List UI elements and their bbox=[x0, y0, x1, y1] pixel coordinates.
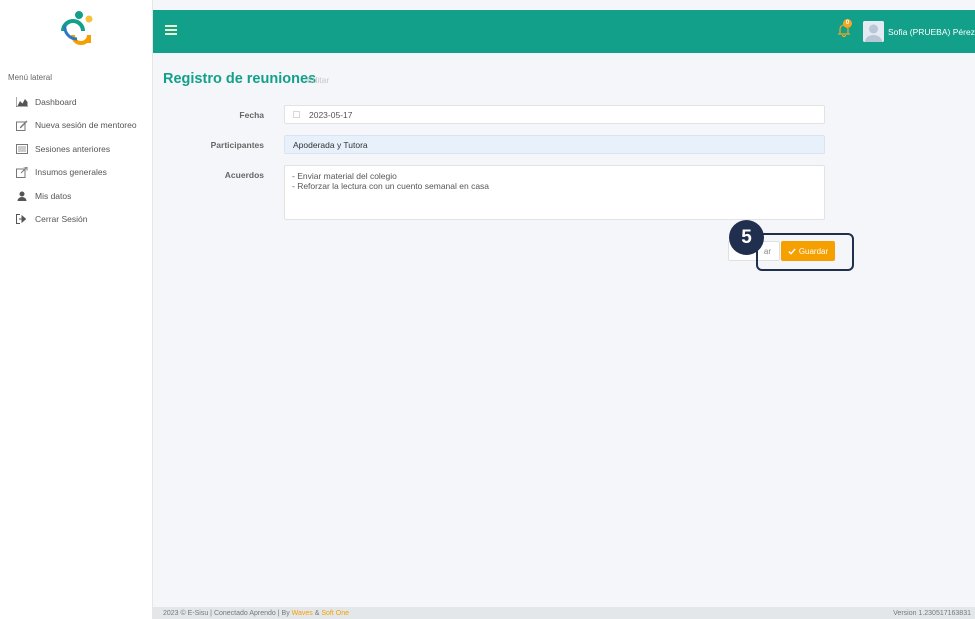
step-highlight-box bbox=[756, 233, 854, 271]
sidebar-item-label: Cerrar Sesión bbox=[35, 214, 88, 225]
fecha-value: 2023-05-17 bbox=[309, 109, 353, 120]
edit-icon bbox=[16, 119, 28, 131]
sidebar-item-label: Sesiones anteriores bbox=[35, 143, 111, 154]
top-navbar: 0 Sofia (PRUEBA) Pérez ▾ bbox=[153, 10, 975, 53]
logo-icon bbox=[61, 10, 93, 45]
page-title: Registro de reuniones bbox=[163, 71, 317, 87]
sidebar-item-label: Mis datos bbox=[35, 190, 72, 201]
footer-credits: 2023 © E-Sisu | Conectado Aprendo | By W… bbox=[163, 610, 349, 617]
sign-out-icon bbox=[16, 213, 28, 225]
calendar-icon bbox=[293, 111, 300, 118]
sidebar-item-label: Insumos generales bbox=[35, 167, 107, 178]
sidebar-item-label: Nueva sesión de mentoreo bbox=[35, 120, 137, 131]
notification-badge: 0 bbox=[843, 19, 852, 28]
fecha-field[interactable]: 2023-05-17 bbox=[284, 105, 825, 124]
sidebar-item-dashboard[interactable]: Dashboard bbox=[0, 90, 152, 114]
acuerdos-textarea[interactable] bbox=[284, 165, 825, 220]
avatar bbox=[863, 21, 884, 42]
sidebar-item-sesiones-anteriores[interactable]: Sesiones anteriores bbox=[0, 137, 152, 161]
chart-area-icon bbox=[16, 96, 28, 108]
user-name: Sofia (PRUEBA) Pérez bbox=[888, 26, 975, 37]
step-number-badge: 5 bbox=[729, 220, 764, 255]
list-icon bbox=[16, 143, 28, 155]
user-menu[interactable]: Sofia (PRUEBA) Pérez ▾ bbox=[863, 21, 975, 42]
sidebar-item-nueva-sesion[interactable]: Nueva sesión de mentoreo bbox=[0, 114, 152, 138]
sidebar: Menú lateral Dashboard Nueva sesión de m… bbox=[0, 0, 153, 619]
footer: 2023 © E-Sisu | Conectado Aprendo | By W… bbox=[153, 607, 975, 619]
acuerdos-label: Acuerdos bbox=[224, 170, 264, 180]
version-text: Version 1.230517163831 bbox=[893, 610, 971, 617]
participantes-label: Participantes bbox=[210, 140, 264, 150]
page-subtitle: Editar bbox=[307, 75, 330, 85]
footer-link-waves[interactable]: Waves bbox=[292, 610, 313, 617]
participantes-field[interactable]: Apoderada y Tutora bbox=[284, 135, 825, 154]
footer-link-softone[interactable]: Soft One bbox=[321, 610, 349, 617]
logo[interactable] bbox=[0, 0, 152, 53]
menu-toggle-icon[interactable] bbox=[165, 25, 177, 35]
external-link-icon bbox=[16, 166, 28, 178]
fecha-label: Fecha bbox=[239, 110, 264, 120]
sidebar-item-label: Dashboard bbox=[35, 96, 77, 107]
footer-text: 2023 © E-Sisu | Conectado Aprendo | By bbox=[163, 610, 292, 617]
sidebar-item-insumos-generales[interactable]: Insumos generales bbox=[0, 161, 152, 185]
user-icon bbox=[16, 190, 28, 202]
sidebar-item-cerrar-sesion[interactable]: Cerrar Sesión bbox=[0, 208, 152, 232]
sidebar-title: Menú lateral bbox=[8, 73, 53, 82]
sidebar-item-mis-datos[interactable]: Mis datos bbox=[0, 184, 152, 208]
